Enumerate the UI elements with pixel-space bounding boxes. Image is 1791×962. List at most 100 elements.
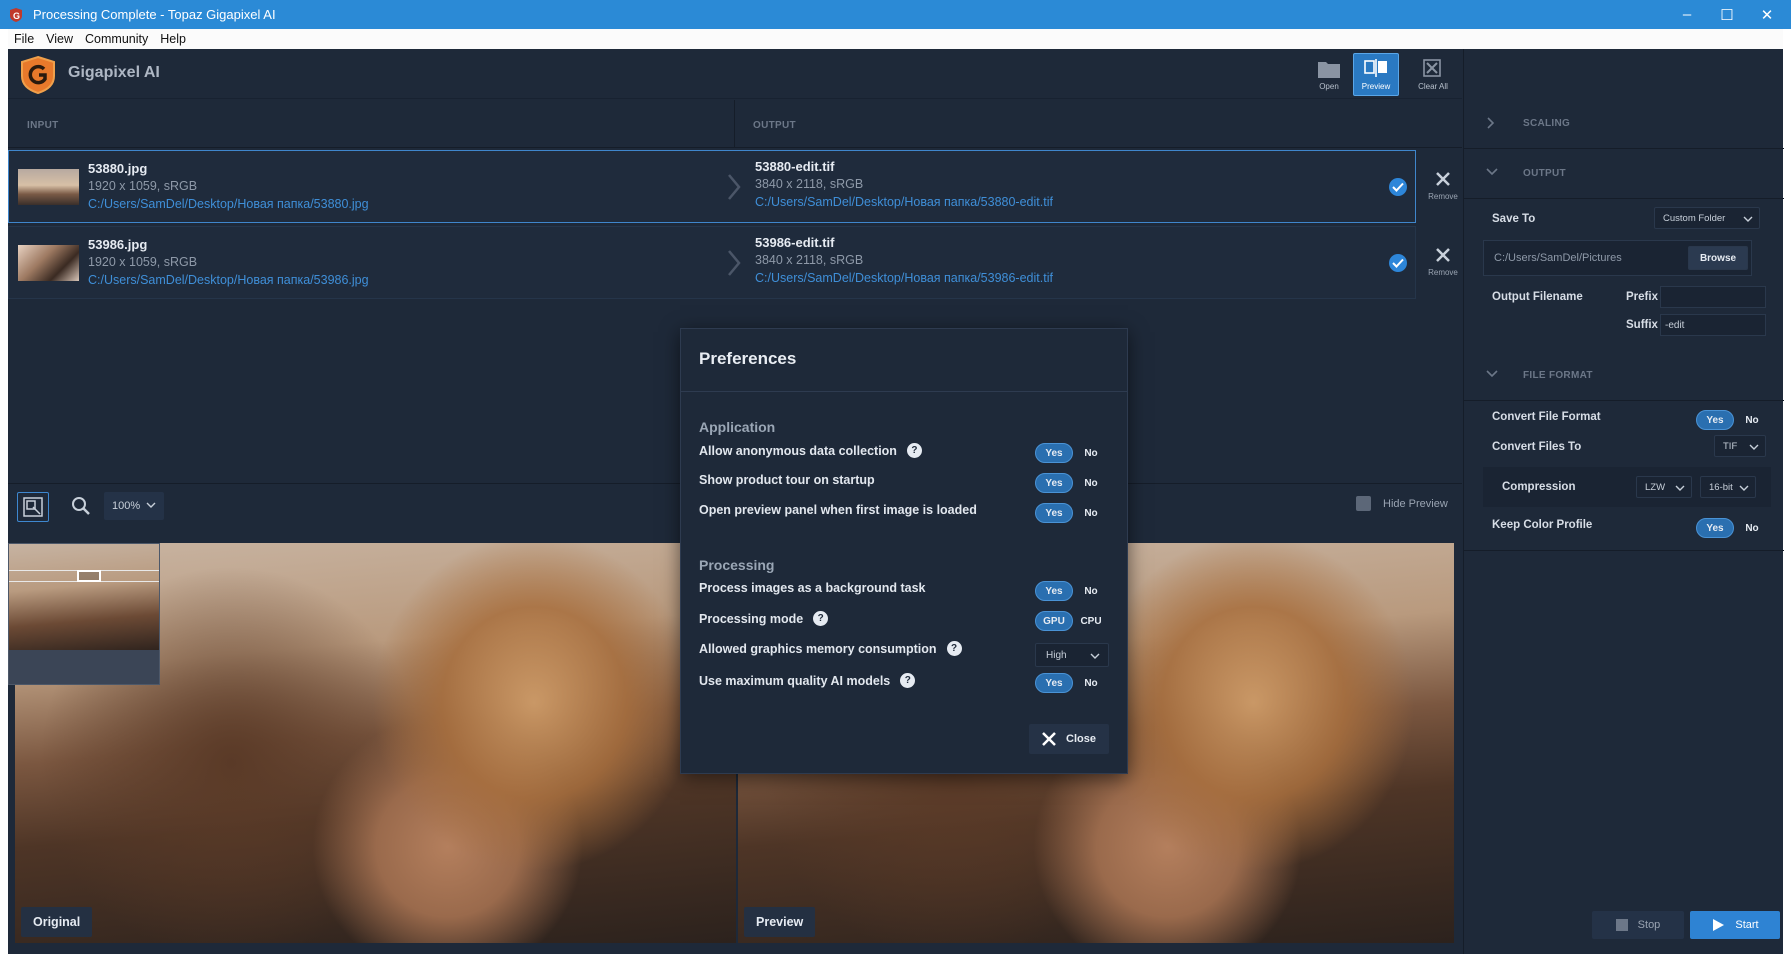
start-label: Start [1735,919,1759,931]
yes-option[interactable]: Yes [1035,673,1073,693]
output-path-link[interactable]: C:/Users/SamDel/Desktop/Новая папка/5398… [755,271,1053,285]
preferences-dialog: Preferences Application Allow anonymous … [680,328,1128,774]
window-titlebar: G Processing Complete - Topaz Gigapixel … [0,0,1791,29]
product-tour-toggle[interactable]: Yes No [1035,473,1109,493]
save-to-select[interactable]: Custom Folder [1654,207,1760,229]
window-title: Processing Complete - Topaz Gigapixel AI [33,7,276,22]
pref-row-max-quality: Use maximum quality AI models ? [699,673,916,688]
yes-option[interactable]: Yes [1035,503,1073,523]
minimize-button[interactable]: – [1667,0,1707,29]
background-task-toggle[interactable]: Yes No [1035,581,1109,601]
zoom-icon[interactable] [71,496,91,516]
chevron-down-icon [1749,444,1759,450]
file-row[interactable]: 53986.jpg 1920 x 1059, sRGB C:/Users/Sam… [8,226,1416,299]
menu-bar: File View Community Help [8,29,1783,49]
no-option[interactable]: No [1073,673,1109,693]
help-icon[interactable]: ? [900,673,916,688]
no-option[interactable]: No [1073,503,1109,523]
chevron-down-icon [1486,168,1498,176]
image-navigator[interactable] [8,543,160,685]
close-dialog-button[interactable]: Close [1029,724,1109,754]
input-path-link[interactable]: C:/Users/SamDel/Desktop/Новая папка/5398… [88,273,369,287]
yes-option[interactable]: Yes [1035,443,1073,463]
yes-option[interactable]: Yes [1035,473,1073,493]
scaling-section-header[interactable]: SCALING [1464,99,1784,149]
compression-label: Compression [1502,481,1576,493]
no-option[interactable]: No [1734,518,1770,538]
pref-label: Open preview panel when first image is l… [699,503,977,517]
save-to-label: Save To [1492,213,1536,225]
pref-label: Show product tour on startup [699,473,875,487]
yes-option[interactable]: Yes [1035,581,1073,601]
open-label: Open [1319,81,1339,91]
help-icon[interactable]: ? [946,641,962,656]
file-thumbnail [18,169,79,205]
remove-file-button[interactable]: Remove [1423,247,1463,307]
browse-button[interactable]: Browse [1688,246,1748,270]
cpu-option[interactable]: CPU [1073,611,1109,631]
app-window: Gigapixel AI Open Preview Clear All INPU… [8,49,1784,954]
start-button[interactable]: Start [1690,911,1780,939]
folder-icon [1318,61,1340,78]
no-option[interactable]: No [1073,443,1109,463]
brand-name: Gigapixel AI [68,64,160,81]
processing-mode-toggle[interactable]: GPU CPU [1035,611,1109,631]
convert-files-to-select[interactable]: TIF [1714,435,1766,457]
play-icon [1713,919,1725,931]
file-row[interactable]: 53880.jpg 1920 x 1059, sRGB C:/Users/Sam… [8,150,1416,223]
compression-select[interactable]: LZW [1636,476,1692,498]
output-filename-label: Output Filename [1492,291,1583,303]
input-filename: 53880.jpg [88,161,148,176]
menu-community[interactable]: Community [79,32,154,46]
chevron-right-icon [1487,117,1495,129]
help-icon[interactable]: ? [906,443,922,458]
zoom-value: 100% [112,500,141,512]
hide-preview-toggle[interactable]: Hide Preview [1356,496,1448,511]
gpu-option[interactable]: GPU [1035,611,1073,631]
split-view-icon [1364,58,1387,77]
menu-help[interactable]: Help [154,32,192,46]
max-quality-toggle[interactable]: Yes No [1035,673,1109,693]
no-option[interactable]: No [1734,410,1770,430]
menu-file[interactable]: File [8,32,40,46]
anon-data-toggle[interactable]: Yes No [1035,443,1109,463]
application-group-label: Application [699,419,776,435]
navigator-toggle-button[interactable] [17,492,49,522]
help-icon[interactable]: ? [813,611,829,626]
stop-button[interactable]: Stop [1592,911,1684,939]
open-button[interactable]: Open [1306,53,1352,96]
chevron-down-icon [1743,216,1753,222]
convert-file-format-toggle[interactable]: Yes No [1696,410,1770,430]
yes-option[interactable]: Yes [1696,518,1734,538]
stop-label: Stop [1637,919,1661,931]
remove-file-button[interactable]: Remove [1423,171,1463,231]
convert-files-to-value: TIF [1723,440,1738,452]
yes-option[interactable]: Yes [1696,410,1734,430]
no-option[interactable]: No [1073,473,1109,493]
scaling-title: SCALING [1523,118,1571,129]
preview-label: Preview [1361,81,1391,91]
input-path-link[interactable]: C:/Users/SamDel/Desktop/Новая папка/5388… [88,197,369,211]
clear-all-button[interactable]: Clear All [1410,53,1456,96]
memory-select[interactable]: High [1035,643,1109,667]
file-format-section-header[interactable]: FILE FORMAT [1464,351,1784,401]
open-preview-toggle[interactable]: Yes No [1035,503,1109,523]
pref-row-open-preview: Open preview panel when first image is l… [699,503,977,517]
maximize-button[interactable]: ☐ [1707,0,1747,29]
keep-color-profile-toggle[interactable]: Yes No [1696,518,1770,538]
no-option[interactable]: No [1073,581,1109,601]
output-path-link[interactable]: C:/Users/SamDel/Desktop/Новая папка/5388… [755,195,1053,209]
keep-color-profile-label: Keep Color Profile [1492,519,1593,531]
close-window-button[interactable]: ✕ [1747,0,1787,29]
pref-label: Allow anonymous data collection [699,443,897,458]
prefix-input[interactable] [1660,286,1766,308]
file-thumbnail [18,245,79,281]
suffix-input[interactable]: -edit [1660,314,1766,336]
output-section-header[interactable]: OUTPUT [1464,149,1784,199]
menu-view[interactable]: View [40,32,79,46]
bit-depth-select[interactable]: 16-bit [1700,476,1756,498]
pref-row-product-tour: Show product tour on startup [699,473,875,487]
zoom-select[interactable]: 100% [104,492,164,520]
navigator-viewport-handle[interactable] [77,570,101,582]
preview-toggle-button[interactable]: Preview [1353,53,1399,96]
